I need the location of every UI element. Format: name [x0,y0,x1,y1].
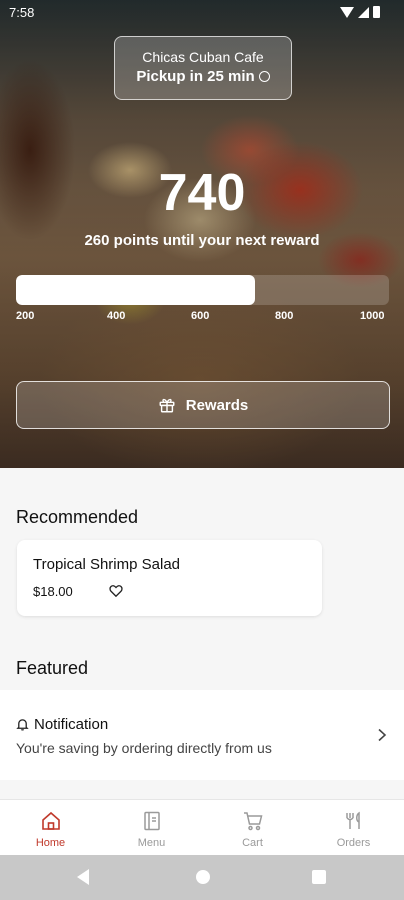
nav-home[interactable]: Home [0,800,101,855]
nav-orders[interactable]: Orders [303,800,404,855]
pickup-time: Pickup in 25 min [115,68,291,85]
progress-tick: 400 [107,310,126,322]
recommended-item-card[interactable]: Tropical Shrimp Salad $18.00 [17,540,322,616]
progress-tick: 1000 [360,310,385,322]
wifi-icon [340,6,354,18]
progress-tick: 800 [275,310,294,322]
gift-icon [159,398,175,413]
nav-menu[interactable]: Menu [101,800,202,855]
nav-cart[interactable]: Cart [202,800,303,855]
status-bar: 7:58 [0,0,404,26]
rewards-progress-bar [16,275,389,305]
nav-home-label: Home [35,837,66,849]
recents-icon[interactable] [312,870,326,884]
orders-icon [345,811,360,829]
rewards-progress-fill [16,275,255,305]
store-name: Chicas Cuban Cafe [142,49,264,65]
system-navigation-bar [0,855,404,900]
chevron-right-icon [378,728,387,742]
nav-orders-label: Orders [336,837,371,849]
progress-tick: 600 [191,310,210,322]
progress-tick: 200 [16,310,35,322]
cart-icon [243,812,262,831]
item-name: Tropical Shrimp Salad [33,556,181,573]
back-icon[interactable] [77,869,89,885]
battery-icon [373,6,380,18]
hero-banner: 7:58 Chicas Cuban Cafe Pickup in 25 min … [0,0,404,468]
bell-icon [16,719,29,731]
notification-text: You're saving by ordering directly from … [16,740,272,756]
status-time: 7:58 [9,5,35,20]
rewards-button[interactable]: Rewards [16,381,390,429]
points-balance: 740 [158,164,246,222]
system-home-icon[interactable] [196,870,210,884]
store-selector[interactable]: Chicas Cuban Cafe Pickup in 25 min [114,36,292,100]
points-message: 260 points until your next reward [84,232,320,249]
featured-heading: Featured [16,658,89,678]
notification-title: Notification [34,716,109,733]
nav-cart-label: Cart [242,837,263,849]
status-icons [340,6,380,18]
recommended-heading: Recommended [16,507,139,527]
signal-icon [358,6,369,18]
clock-icon [258,70,270,82]
bottom-navigation: Home Menu Cart Orders [0,799,404,855]
heart-icon[interactable] [109,584,123,598]
notification-card[interactable]: Notification You're saving by ordering d… [0,690,404,780]
menu-icon [143,811,160,831]
home-icon [41,811,60,830]
notification-title-row: Notification [16,716,108,733]
rewards-button-label: Rewards [185,396,249,414]
nav-menu-label: Menu [137,837,166,849]
item-price: $18.00 [33,584,73,599]
